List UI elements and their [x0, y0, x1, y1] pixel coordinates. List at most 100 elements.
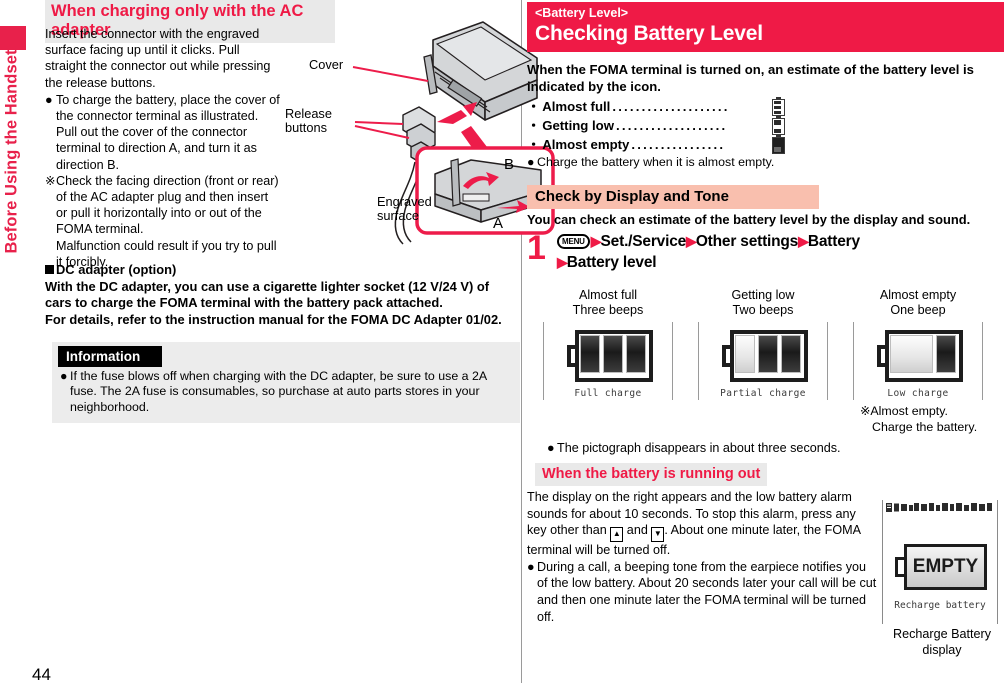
- chapter-tab-label: Before Using the Handset: [2, 49, 21, 254]
- arrow-icon-2: ▶: [686, 233, 697, 249]
- level-name-2: Getting low: [542, 118, 614, 133]
- almost-empty-note: ※ Almost empty. Charge the battery.: [860, 404, 1004, 435]
- label-b: B: [504, 156, 514, 173]
- level-dots-3: ................: [631, 137, 726, 152]
- note-text: Check the facing direction (front or rea…: [56, 173, 279, 237]
- battery-sample-partial: Getting low Two beeps Partial charge: [688, 288, 838, 412]
- sample-title-1: Almost full: [578, 288, 638, 302]
- sample-beeps-3: One beep: [890, 303, 946, 317]
- battery-partial-figure-icon: [722, 330, 808, 382]
- level-bullet-1: ・: [527, 99, 541, 114]
- figure-caption-line-2: display: [922, 642, 962, 657]
- level-row-almost-empty: ・ Almost empty ................: [527, 135, 785, 154]
- sample-beeps-2: Two beeps: [732, 303, 794, 317]
- lead-paragraph-block: Insert the connector with the engraved s…: [45, 26, 281, 270]
- battery-sample-low: Almost empty One beep Low charge: [843, 288, 993, 412]
- banner-subtitle: <Battery Level>: [535, 6, 629, 20]
- information-box: Information ● If the fuse blows off when…: [52, 342, 520, 424]
- left-column: When charging only with the AC adapter I…: [45, 0, 555, 697]
- bullet-marker: ●: [45, 92, 53, 107]
- level-bullet-2: ・: [527, 118, 541, 133]
- battery-sample-full: Almost full Three beeps Full charge: [533, 288, 683, 412]
- sample-beeps-1: Three beeps: [572, 303, 644, 317]
- level-bullet-3: ・: [527, 137, 541, 152]
- square-bullet-icon: [45, 265, 54, 274]
- arrow-icon-3: ▶: [798, 233, 809, 249]
- battery-low-figure-icon: [877, 330, 963, 382]
- level-name-3: Almost empty: [542, 137, 630, 152]
- step-part-4: Battery level: [566, 254, 657, 271]
- step-part-3: Battery: [807, 233, 860, 250]
- step-1-instruction: MENU ▶Set./Service▶Other settings▶Battery…: [527, 231, 997, 273]
- running-out-bullet-text: During a call, a beeping tone from the e…: [537, 559, 877, 624]
- battery-empty-icon: [772, 135, 785, 154]
- battery-half-icon: [772, 116, 785, 135]
- running-out-paragraph: The display on the right appears and the…: [527, 489, 877, 559]
- battery-level-banner: <Battery Level> Checking Battery Level: [527, 2, 1004, 52]
- battery-level-intro-block: When the FOMA terminal is turned on, an …: [527, 62, 995, 171]
- dc-adapter-line-1: With the DC adapter, you can use a cigar…: [45, 278, 490, 311]
- callout-cover: Cover: [309, 57, 344, 72]
- level-name-1: Almost full: [542, 99, 611, 114]
- phone-screen-mock: EMPTY Recharge battery: [882, 500, 998, 624]
- level-dots-1: ....................: [612, 99, 730, 114]
- level-row-getting-low: ・ Getting low ...................: [527, 116, 785, 135]
- pictograph-note-text: The pictograph disappears in about three…: [557, 441, 841, 455]
- ac-adapter-diagram-svg: B A: [352, 21, 555, 245]
- levels-note-marker: ●: [527, 155, 535, 169]
- information-body: ● If the fuse blows off when charging wi…: [52, 369, 520, 415]
- status-bar-icons: [886, 503, 992, 512]
- sample-title-2: Getting low: [731, 288, 795, 302]
- dc-adapter-heading-row: DC adapter (option): [45, 262, 519, 279]
- running-out-part-b: and: [623, 523, 652, 538]
- battery-level-intro: When the FOMA terminal is turned on, an …: [527, 62, 974, 94]
- empty-battery-icon: EMPTY: [895, 544, 987, 590]
- battery-full-icon: [772, 97, 785, 116]
- dc-adapter-line-2: For details, refer to the instruction ma…: [45, 311, 502, 327]
- step-part-2: Other settings: [695, 233, 799, 250]
- sample-caption-2: Partial charge: [720, 388, 806, 399]
- arrow-icon-4: ▶: [557, 254, 568, 270]
- battery-samples-row: Almost full Three beeps Full charge Gett…: [533, 288, 1003, 418]
- running-out-body: The display on the right appears and the…: [527, 489, 877, 625]
- information-title: Information: [58, 346, 163, 367]
- bullet-text: To charge the battery, place the cover o…: [56, 92, 280, 172]
- banner-title: Checking Battery Level: [535, 22, 763, 45]
- callout-release-buttons: Release: [285, 106, 332, 121]
- bullet-item-charge: ● To charge the battery, place the cover…: [45, 92, 281, 173]
- recharge-battery-screen-caption: Recharge battery: [894, 600, 986, 611]
- almost-empty-note-text-2: Charge the battery.: [872, 419, 978, 434]
- section-heading-running-out-text: When the battery is running out: [535, 463, 768, 486]
- empty-battery-text: EMPTY: [912, 556, 979, 577]
- arrow-icon-1: ▶: [590, 233, 602, 249]
- callout-release-buttons-2: buttons: [285, 120, 327, 135]
- levels-note-text: Charge the battery when it is almost emp…: [537, 155, 775, 169]
- section-heading-running-out: When the battery is running out: [535, 463, 768, 486]
- tone-intro-text: You can check an estimate of the battery…: [527, 212, 971, 227]
- running-out-bullet-row: ● During a call, a beeping tone from the…: [527, 559, 877, 625]
- step-part-1: Set./Service: [600, 233, 687, 250]
- battery-full-figure-icon: [567, 330, 653, 382]
- information-bullet-marker: ●: [60, 369, 68, 383]
- levels-note-row: ● Charge the battery when it is almost e…: [527, 155, 995, 171]
- chapter-tab-marker: [0, 26, 26, 50]
- section-heading-check-display-tone: Check by Display and Tone: [527, 185, 819, 209]
- label-a: A: [493, 215, 503, 232]
- right-column: <Battery Level> Checking Battery Level W…: [525, 0, 1004, 697]
- callout-engraved-surface-2: surface: [377, 208, 419, 223]
- section-heading-check-text: Check by Display and Tone: [527, 185, 819, 209]
- dc-adapter-heading: DC adapter (option): [56, 262, 177, 277]
- level-dots-2: ...................: [615, 118, 728, 133]
- almost-empty-note-marker: ※: [860, 404, 871, 418]
- chapter-sidebar: Before Using the Handset: [0, 0, 26, 697]
- note-marker: ※: [45, 173, 56, 188]
- note-item-direction: ※ Check the facing direction (front or r…: [45, 173, 281, 238]
- almost-empty-note-text: Almost empty.: [870, 404, 948, 418]
- figure-caption: Recharge Battery display: [882, 627, 1002, 658]
- recharge-battery-display-figure: EMPTY Recharge battery Recharge Battery …: [882, 500, 1002, 658]
- ac-adapter-illustration: B A Cover Release buttons Engraved surfa…: [285, 14, 555, 264]
- figure-caption-line-1: Recharge Battery: [892, 627, 991, 641]
- key-down-icon: ▼: [651, 527, 665, 543]
- callout-engraved-surface: Engraved: [377, 194, 432, 209]
- information-text: If the fuse blows off when charging with…: [70, 369, 487, 414]
